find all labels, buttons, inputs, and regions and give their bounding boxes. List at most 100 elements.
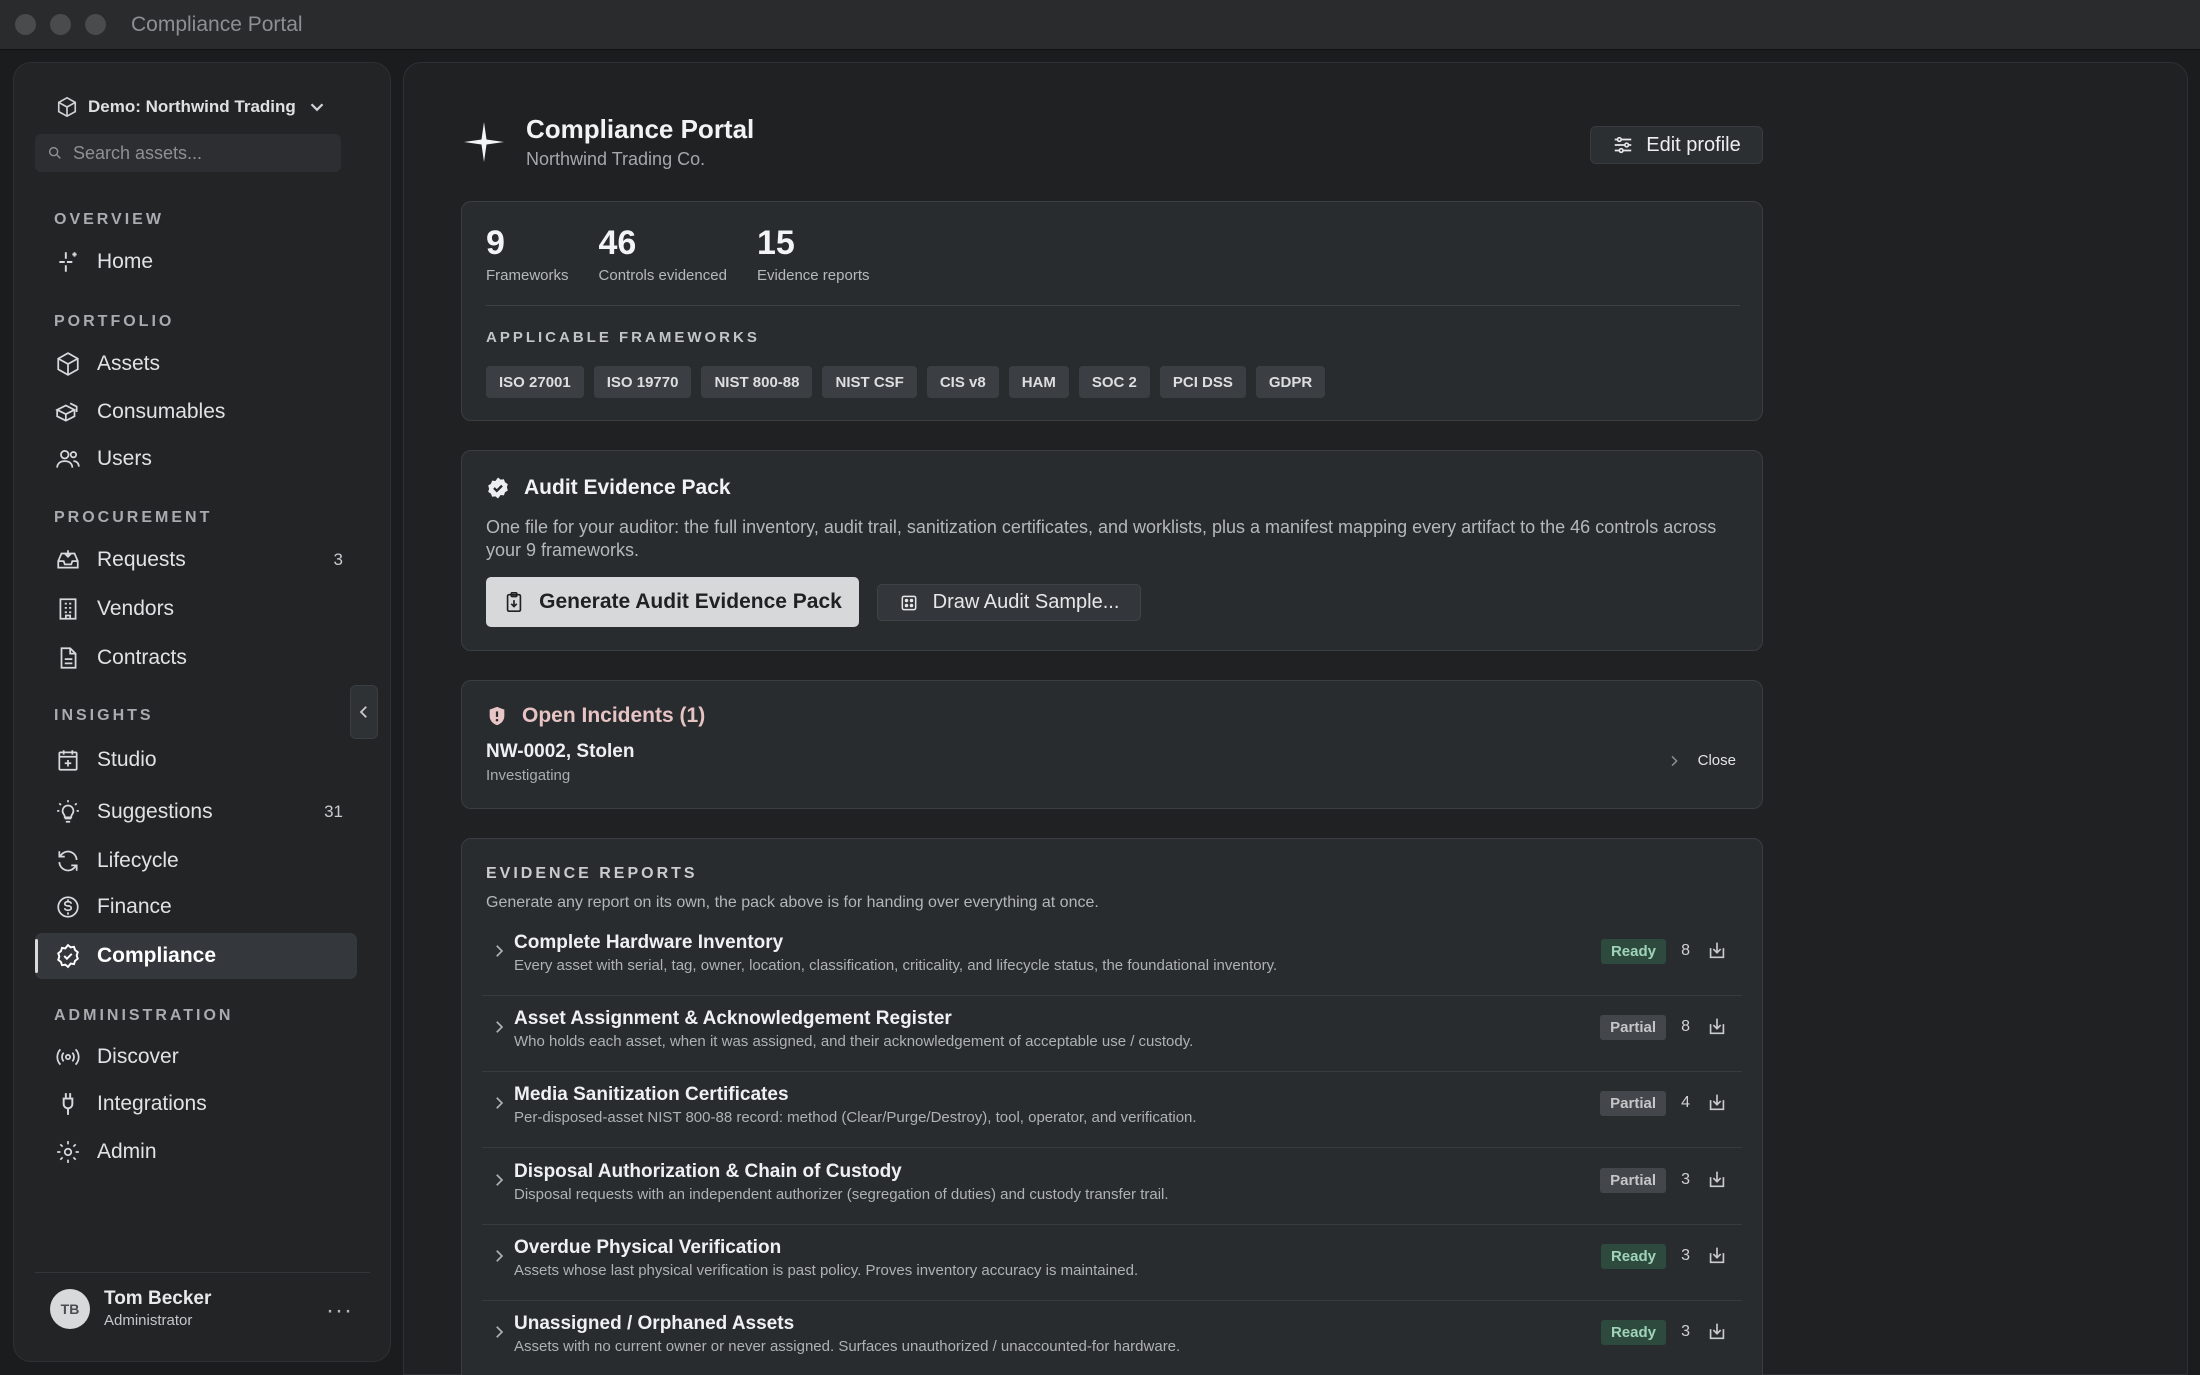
- sidebar-item-label: Lifecycle: [97, 849, 179, 872]
- framework-chip: CIS v8: [926, 366, 999, 398]
- window-title: Compliance Portal: [131, 12, 303, 36]
- user-profile[interactable]: TB Tom Becker Administrator: [50, 1288, 211, 1329]
- generate-audit-pack-button[interactable]: Generate Audit Evidence Pack: [486, 577, 859, 627]
- report-row[interactable]: Asset Assignment & Acknowledgement Regis…: [482, 996, 1742, 1072]
- sidebar-item-label: Contracts: [97, 646, 187, 669]
- draw-audit-sample-button[interactable]: Draw Audit Sample...: [877, 584, 1141, 621]
- sidebar-item-requests[interactable]: Requests 3: [35, 537, 357, 583]
- framework-chip: NIST 800-88: [701, 366, 813, 398]
- sidebar-item-label: Studio: [97, 748, 157, 771]
- clipboard-icon: [506, 592, 522, 612]
- sidebar-item-suggestions[interactable]: Suggestions 31: [35, 789, 357, 835]
- sidebar-item-home[interactable]: Home: [35, 239, 357, 285]
- report-count: 3: [1681, 1171, 1690, 1188]
- broadcast-icon: [56, 1048, 80, 1066]
- page-subtitle: Northwind Trading Co.: [526, 149, 706, 169]
- download-icon[interactable]: [1706, 1244, 1728, 1266]
- sidebar-item-integrations[interactable]: Integrations: [35, 1081, 357, 1127]
- sidebar-item-studio[interactable]: Studio: [35, 737, 357, 783]
- download-icon[interactable]: [1706, 939, 1728, 961]
- edit-profile-button[interactable]: Edit profile: [1590, 126, 1763, 164]
- section-insights: INSIGHTS: [54, 707, 154, 724]
- minimize-window-button[interactable]: [50, 14, 71, 35]
- cube-icon: [57, 352, 79, 376]
- sidebar-item-finance[interactable]: Finance: [35, 884, 357, 930]
- incident-title[interactable]: NW-0002, Stolen: [486, 741, 634, 763]
- report-row[interactable]: Overdue Physical Verification Assets who…: [482, 1225, 1742, 1301]
- open-incidents-title: Open Incidents (1): [522, 704, 706, 727]
- report-count: 4: [1681, 1094, 1690, 1111]
- document-icon: [60, 647, 77, 669]
- report-row[interactable]: Disposal Authorization & Chain of Custod…: [482, 1149, 1742, 1225]
- report-description: Assets with no current owner or never as…: [514, 1338, 1181, 1355]
- download-icon[interactable]: [1706, 1015, 1728, 1037]
- sidebar-item-assets[interactable]: Assets: [35, 341, 357, 387]
- collapse-sidebar-button[interactable]: [350, 685, 378, 739]
- evidence-reports-card: EVIDENCE REPORTS Generate any report on …: [461, 838, 1763, 1375]
- audit-pack-header: Audit Evidence Pack: [486, 476, 731, 500]
- download-icon[interactable]: [1706, 1168, 1728, 1190]
- chevron-right-icon: [496, 1250, 504, 1262]
- building-icon: [59, 598, 77, 620]
- close-window-button[interactable]: [15, 14, 36, 35]
- search-placeholder: Search assets...: [73, 142, 203, 163]
- sidebar-item-consumables[interactable]: Consumables: [35, 389, 357, 435]
- summary-card: 9 Frameworks 46 Controls evidenced 15 Ev…: [461, 201, 1763, 421]
- cube-icon: [57, 96, 77, 118]
- download-icon[interactable]: [1706, 1091, 1728, 1113]
- report-title: Disposal Authorization & Chain of Custod…: [514, 1161, 902, 1182]
- report-title: Overdue Physical Verification: [514, 1237, 782, 1258]
- sidebar-item-label: Discover: [97, 1045, 179, 1068]
- report-title: Asset Assignment & Acknowledgement Regis…: [514, 1008, 952, 1029]
- evidence-reports-title: EVIDENCE REPORTS: [486, 865, 698, 882]
- sidebar-item-contracts[interactable]: Contracts: [35, 635, 357, 681]
- report-title: Media Sanitization Certificates: [514, 1084, 789, 1105]
- user-menu-button[interactable]: ···: [326, 1297, 353, 1325]
- report-count: 8: [1681, 942, 1690, 959]
- close-incident-label: Close: [1697, 752, 1736, 769]
- incident-status: Investigating: [486, 767, 571, 784]
- report-description: Who holds each asset, when it was assign…: [514, 1033, 1194, 1050]
- org-switcher[interactable]: Demo: Northwind Trading: [56, 96, 328, 118]
- sidebar-item-label: Suggestions: [97, 800, 213, 823]
- users-icon: [56, 450, 80, 468]
- stats-row: 9 Frameworks 46 Controls evidenced 15 Ev…: [486, 224, 870, 284]
- refresh-icon: [58, 850, 78, 872]
- search-icon: [48, 146, 61, 159]
- stat-frameworks: 9 Frameworks: [486, 224, 569, 284]
- report-description: Per-disposed-asset NIST 800-88 record: m…: [514, 1109, 1197, 1126]
- maximize-window-button[interactable]: [85, 14, 106, 35]
- close-incident-button[interactable]: Close: [1666, 752, 1736, 769]
- page-header: Compliance Portal Northwind Trading Co.: [460, 114, 754, 170]
- report-description: Disposal requests with an independent au…: [514, 1186, 1169, 1203]
- report-description: Every asset with serial, tag, owner, loc…: [514, 957, 1278, 974]
- sidebar-item-label: Admin: [97, 1140, 157, 1163]
- sidebar-item-label: Users: [97, 447, 152, 470]
- chevron-right-icon: [1671, 755, 1678, 766]
- sidebar-item-vendors[interactable]: Vendors: [35, 586, 357, 632]
- status-badge: Partial: [1600, 1091, 1666, 1116]
- framework-chips: ISO 27001 ISO 19770 NIST 800-88 NIST CSF…: [486, 366, 1326, 398]
- plug-icon: [62, 1093, 74, 1115]
- audit-pack-description: One file for your auditor: the full inve…: [486, 517, 1717, 560]
- report-row[interactable]: Complete Hardware Inventory Every asset …: [482, 920, 1742, 996]
- download-icon[interactable]: [1706, 1320, 1728, 1342]
- report-row[interactable]: Media Sanitization Certificates Per-disp…: [482, 1072, 1742, 1148]
- chevron-right-icon: [496, 1326, 504, 1338]
- status-badge: Ready: [1600, 1244, 1666, 1269]
- sidebar-item-admin[interactable]: Admin: [35, 1129, 357, 1175]
- sliders-icon: [1615, 136, 1632, 154]
- sidebar-item-compliance[interactable]: Compliance: [35, 933, 357, 979]
- sidebar-item-label: Assets: [97, 352, 161, 375]
- sidebar-item-label: Home: [97, 250, 154, 273]
- stat-value: 9: [486, 224, 505, 262]
- sidebar-item-discover[interactable]: Discover: [35, 1034, 357, 1080]
- framework-chip: ISO 27001: [486, 366, 584, 398]
- chevron-right-icon: [496, 1097, 504, 1109]
- user-role: Administrator: [104, 1312, 193, 1329]
- report-row[interactable]: Unassigned / Orphaned Assets Assets with…: [482, 1301, 1742, 1375]
- audit-pack-card: Audit Evidence Pack One file for your au…: [461, 450, 1763, 651]
- sidebar-item-users[interactable]: Users: [35, 436, 357, 482]
- sidebar-item-lifecycle[interactable]: Lifecycle: [35, 838, 357, 884]
- search-input[interactable]: Search assets...: [35, 134, 341, 172]
